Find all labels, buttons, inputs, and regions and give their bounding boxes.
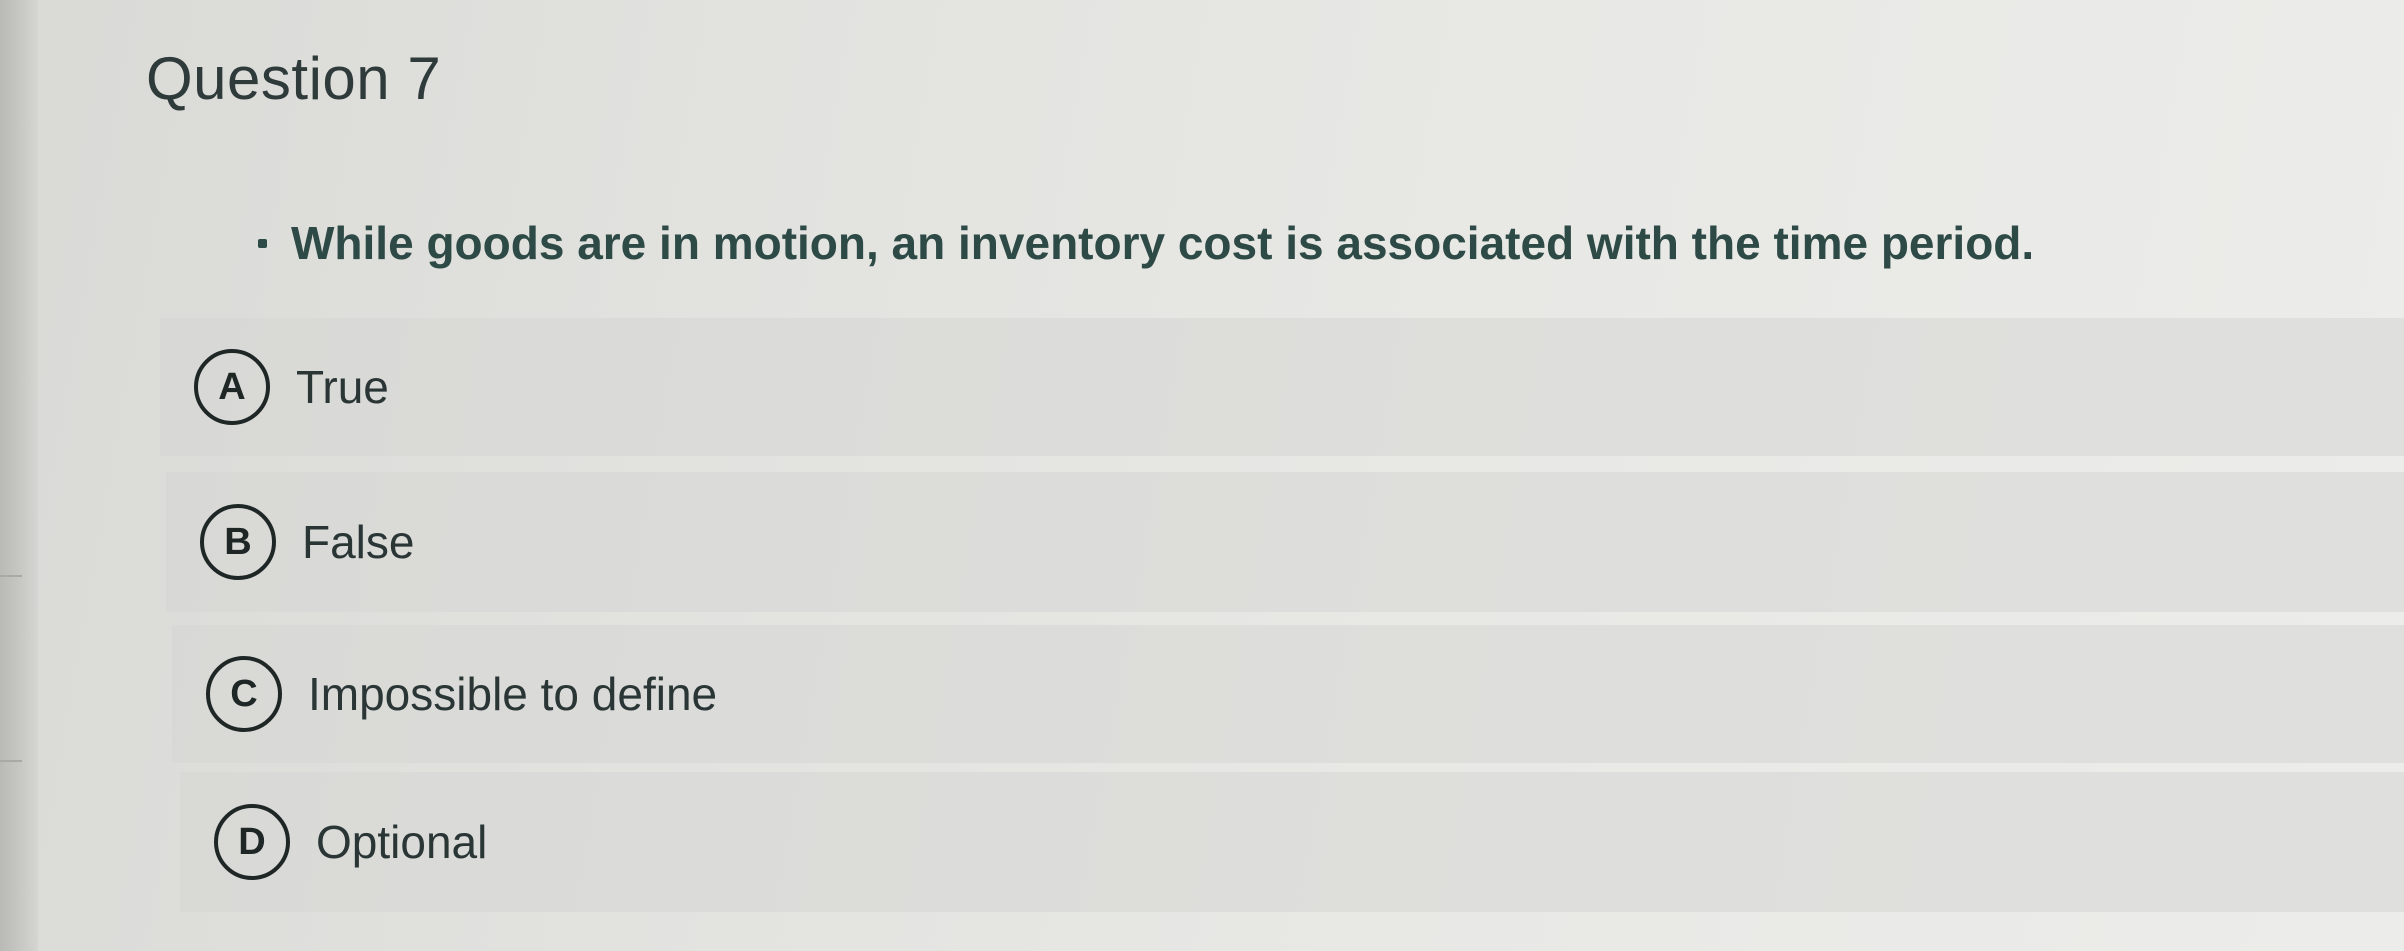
answer-option-a[interactable]: A True [160, 318, 2404, 456]
edge-divider [0, 760, 22, 762]
option-letter-badge: C [206, 656, 282, 732]
option-label: Optional [316, 816, 488, 868]
answer-option-d[interactable]: D Optional [180, 772, 2404, 912]
bullet-icon [258, 238, 267, 248]
option-label: True [296, 361, 389, 413]
option-letter-badge: B [200, 504, 276, 580]
question-prompt: While goods are in motion, an inventory … [258, 216, 2034, 270]
option-label: False [302, 516, 415, 568]
question-prompt-text: While goods are in motion, an inventory … [291, 217, 2035, 269]
answer-option-c[interactable]: C Impossible to define [172, 625, 2404, 763]
option-letter-badge: D [214, 804, 290, 880]
option-letter-badge: A [194, 349, 270, 425]
window-left-edge [0, 0, 38, 951]
option-label: Impossible to define [308, 668, 718, 720]
question-title: Question 7 [146, 45, 442, 112]
answer-option-b[interactable]: B False [166, 472, 2404, 612]
edge-divider [0, 575, 22, 577]
